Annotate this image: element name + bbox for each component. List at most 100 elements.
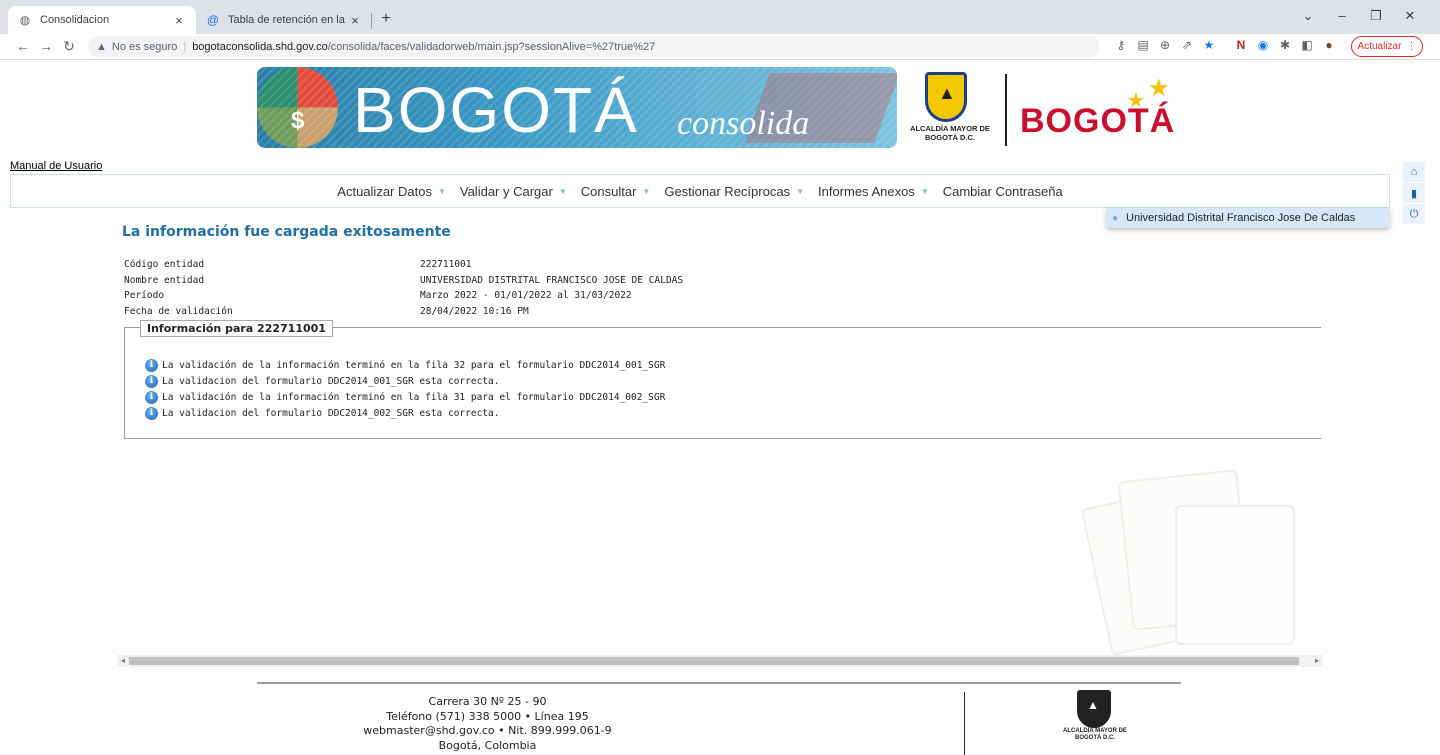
user-manual-link[interactable]: Manual de Usuario bbox=[10, 160, 102, 172]
page-title: La información fue cargada exitosamente bbox=[122, 224, 451, 240]
list-item: i La validacion del formulario DDC2014_0… bbox=[145, 373, 665, 389]
star-icon: ★ bbox=[1127, 90, 1145, 112]
zoom-icon[interactable]: ⊕ bbox=[1157, 38, 1173, 52]
logo-divider bbox=[1005, 74, 1007, 146]
footer-vertical-divider bbox=[964, 692, 965, 755]
warning-icon: ▲ bbox=[96, 40, 107, 53]
caret-down-icon: ▼ bbox=[920, 186, 929, 196]
menu-cambiar-contrasena[interactable]: Cambiar Contraseña bbox=[943, 184, 1063, 199]
info-label: Fecha de validación bbox=[124, 305, 233, 317]
profile-avatar-icon[interactable]: ● bbox=[1321, 38, 1337, 52]
restore-icon[interactable]: ❐ bbox=[1366, 8, 1386, 24]
footer-alcaldia-label: ALCALDÍA MAYOR DE BOGOTÁ D.C. bbox=[1063, 728, 1127, 741]
new-tab-icon[interactable]: + bbox=[376, 10, 396, 28]
key-icon[interactable]: ⚷ bbox=[1113, 38, 1129, 52]
footer-address: Carrera 30 Nº 25 - 90 bbox=[428, 695, 547, 708]
coat-of-arms-icon bbox=[1077, 690, 1111, 728]
message-text: La validación de la información terminó … bbox=[162, 359, 666, 371]
tab-title: Tabla de retención en la fuente 2 bbox=[228, 14, 348, 26]
horizontal-scrollbar[interactable]: ◂ ▸ bbox=[117, 655, 1323, 667]
minimize-icon[interactable]: – bbox=[1332, 8, 1352, 23]
extension-n-icon[interactable]: N bbox=[1233, 38, 1249, 52]
power-icon[interactable]: ⏻ bbox=[1403, 204, 1425, 224]
more-vert-icon: ⋮ bbox=[1406, 41, 1417, 52]
info-label: Código entidad bbox=[124, 259, 205, 270]
info-value: 222711001 bbox=[420, 259, 472, 270]
update-label: Actualizar bbox=[1357, 41, 1402, 52]
edge-icon: @ bbox=[206, 13, 220, 27]
scroll-right-icon[interactable]: ▸ bbox=[1311, 655, 1323, 667]
security-label: No es seguro bbox=[111, 40, 178, 53]
user-entity-panel[interactable]: ● Universidad Distrital Francisco Jose D… bbox=[1106, 208, 1390, 228]
user-icon: ● bbox=[1112, 212, 1119, 224]
finance-circle-logo-icon: $ bbox=[257, 67, 338, 148]
menu-label: Informes Anexos bbox=[817, 183, 915, 199]
scrollbar-thumb[interactable] bbox=[129, 657, 1299, 665]
menu-label: Actualizar Datos bbox=[337, 183, 432, 199]
list-item: i La validacion del formulario DDC2014_0… bbox=[145, 405, 665, 421]
omnibox-separator: | bbox=[183, 40, 187, 53]
info-label: Período bbox=[124, 290, 165, 301]
star-icon: ★ bbox=[1148, 75, 1170, 102]
menu-validar-cargar[interactable]: Validar y Cargar ▼ bbox=[460, 184, 567, 199]
url-host: bogotaconsolida.shd.gov.co bbox=[192, 40, 328, 53]
address-bar[interactable]: ▲ No es seguro | bogotaconsolida.shd.gov… bbox=[88, 36, 1100, 57]
bogota-city-logo: BOGOTÁ bbox=[1020, 102, 1176, 140]
dollar-icon: $ bbox=[291, 107, 305, 134]
footer-phone: Teléfono (571) 338 5000 • Línea 195 bbox=[386, 709, 589, 723]
list-item: i La validación de la información termin… bbox=[145, 389, 665, 405]
menu-gestionar-reciprocas[interactable]: Gestionar Recíprocas ▼ bbox=[664, 184, 804, 199]
close-window-icon[interactable]: ✕ bbox=[1400, 8, 1420, 24]
browser-tabstrip: ◍ Consolidacion × @ Tabla de retención e… bbox=[0, 0, 1440, 34]
info-label: Nombre entidad bbox=[124, 274, 205, 286]
tab-close-icon[interactable]: × bbox=[172, 13, 186, 28]
info-value: Marzo 2022 - 01/01/2022 al 31/03/2022 bbox=[420, 290, 632, 301]
bookmark-star-icon[interactable]: ★ bbox=[1201, 38, 1217, 52]
forward-icon[interactable]: → bbox=[37, 38, 55, 54]
caret-down-icon: ▼ bbox=[437, 186, 446, 196]
alcaldia-label: ALCALDÍA MAYOR DE BOGOTÁ D.C. bbox=[910, 124, 990, 142]
extension-record-icon[interactable]: ◉ bbox=[1255, 38, 1271, 52]
tab-tabla-retencion[interactable]: @ Tabla de retención en la fuente 2 × bbox=[196, 6, 372, 34]
back-icon[interactable]: ← bbox=[14, 38, 32, 54]
info-value: UNIVERSIDAD DISTRITAL FRANCISCO JOSE DE … bbox=[420, 274, 684, 286]
footer-city: Bogotá, Colombia bbox=[438, 738, 537, 752]
book-icon[interactable]: ▮ bbox=[1403, 183, 1425, 203]
update-browser-button[interactable]: Actualizar ⋮ bbox=[1351, 36, 1423, 57]
menu-informes-anexos[interactable]: Informes Anexos ▼ bbox=[818, 184, 929, 199]
reload-icon[interactable]: ↻ bbox=[60, 38, 78, 55]
tab-separator bbox=[371, 13, 372, 29]
spreadsheet-watermark-icon bbox=[1080, 465, 1305, 656]
caret-down-icon: ▼ bbox=[558, 186, 567, 196]
tab-search-icon[interactable]: ⌄ bbox=[1298, 8, 1318, 24]
globe-icon: ◍ bbox=[19, 13, 31, 27]
info-row: Código entidad 222711001 bbox=[124, 259, 683, 275]
caret-down-icon: ▼ bbox=[642, 186, 651, 196]
banner-subtitle: consolida bbox=[677, 105, 810, 142]
translate-icon[interactable]: ▤ bbox=[1135, 38, 1151, 52]
menu-actualizar-datos[interactable]: Actualizar Datos ▼ bbox=[337, 184, 446, 199]
tab-consolidacion[interactable]: ◍ Consolidacion × bbox=[8, 6, 196, 34]
info-row: Nombre entidad UNIVERSIDAD DISTRITAL FRA… bbox=[124, 275, 683, 291]
banner-title: BOGOTÁ bbox=[353, 74, 639, 146]
extensions-puzzle-icon[interactable]: ✱ bbox=[1277, 38, 1293, 52]
menu-label: Validar y Cargar bbox=[459, 183, 553, 199]
list-item: i La validación de la información termin… bbox=[145, 357, 665, 373]
validation-messages: i La validación de la información termin… bbox=[145, 357, 665, 421]
footer-contact: Carrera 30 Nº 25 - 90 Teléfono (571) 338… bbox=[300, 695, 675, 753]
tab-close-icon[interactable]: × bbox=[348, 13, 362, 28]
home-icon[interactable]: ⌂ bbox=[1403, 162, 1425, 182]
info-icon: i bbox=[145, 390, 158, 404]
menu-label: Gestionar Recíprocas bbox=[664, 183, 791, 199]
info-icon: i bbox=[145, 406, 158, 420]
bogota-consolida-banner: $ BOGOTÁ consolida bbox=[257, 67, 897, 148]
menu-consultar[interactable]: Consultar ▼ bbox=[581, 184, 651, 199]
main-menu: Actualizar Datos ▼ Validar y Cargar ▼ Cons… bbox=[10, 174, 1390, 208]
menu-label: Consultar bbox=[580, 183, 637, 199]
scroll-left-icon[interactable]: ◂ bbox=[117, 655, 129, 667]
info-icon: i bbox=[145, 358, 158, 372]
message-text: La validacion del formulario DDC2014_002… bbox=[162, 407, 500, 419]
share-icon[interactable]: ⇗ bbox=[1179, 38, 1195, 52]
sidebar-icon[interactable]: ◧ bbox=[1299, 38, 1315, 52]
info-icon: i bbox=[145, 374, 158, 388]
